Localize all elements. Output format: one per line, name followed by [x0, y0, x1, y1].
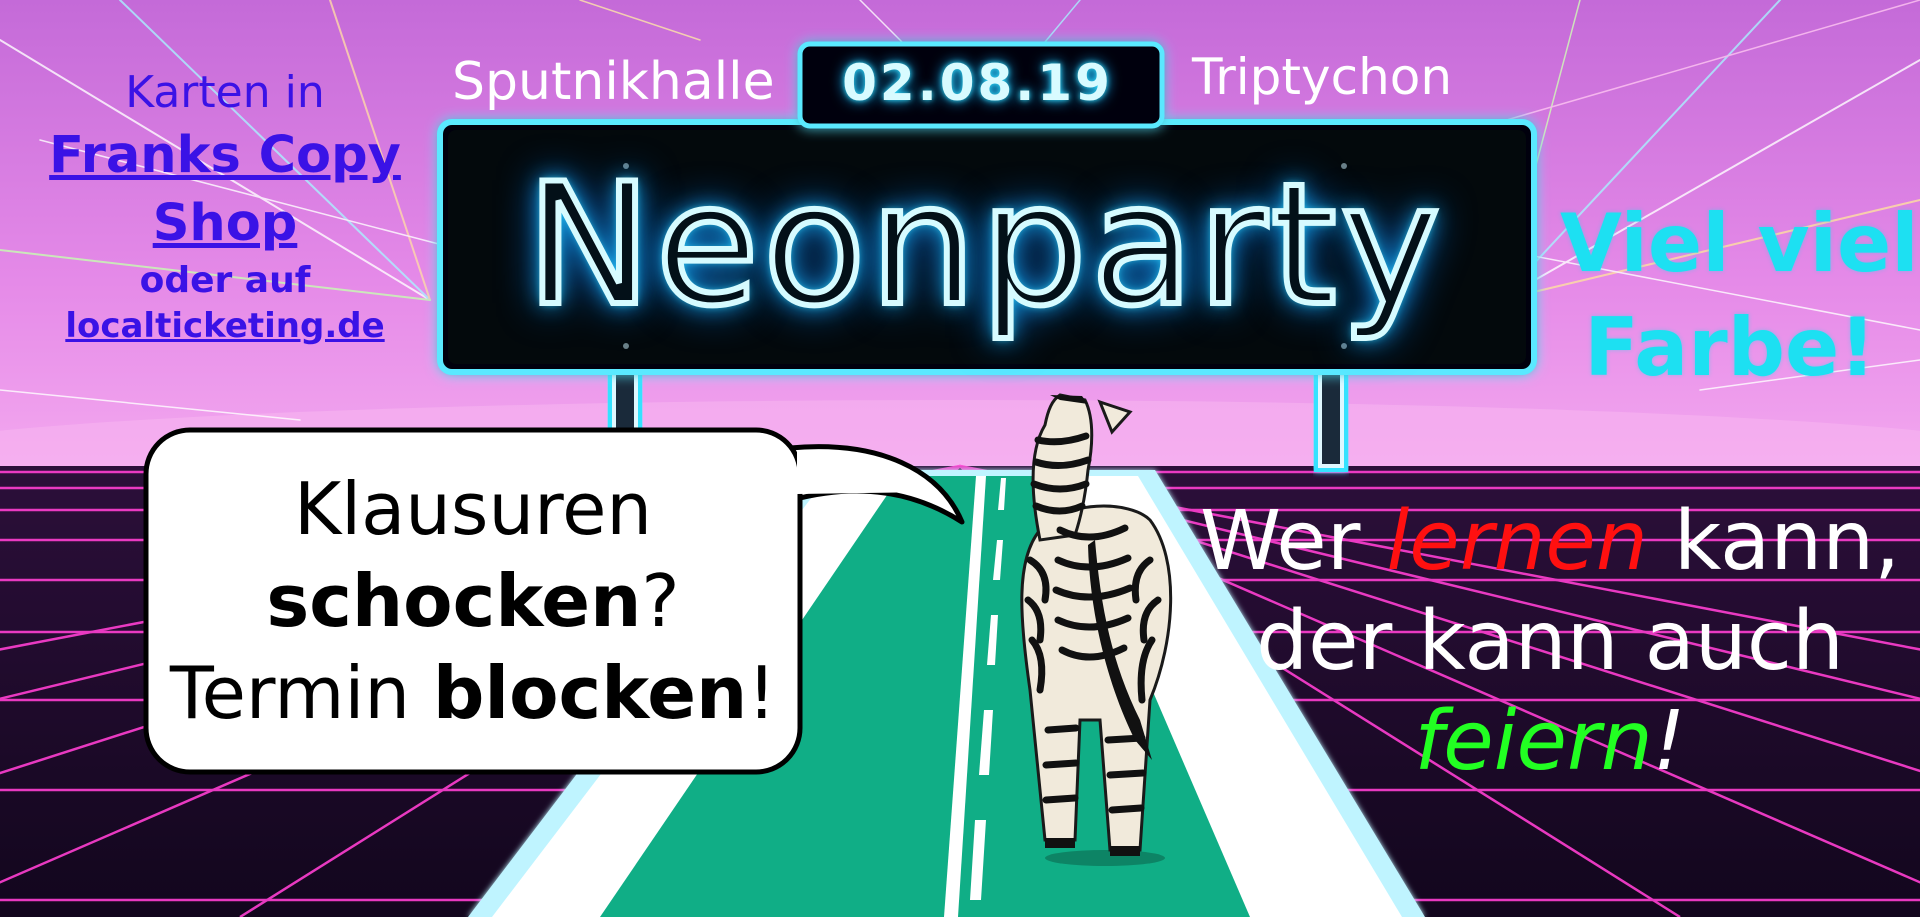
bubble-line3: Termin blocken!	[170, 647, 776, 739]
bubble-termin: Termin	[169, 651, 433, 735]
tickets-prefix: Karten in	[125, 67, 325, 118]
slogan-kann: kann,	[1647, 494, 1901, 589]
tickets-middle: oder auf	[139, 260, 311, 301]
bubble-exclaim: !	[747, 651, 777, 735]
shop-link[interactable]: Franks Copy Shop	[40, 122, 410, 258]
slogan-wer: Wer	[1200, 494, 1387, 589]
color-tagline-line1: Viel viel	[1560, 197, 1919, 290]
speech-bubble-text: Klausuren schocken? Termin blocken!	[148, 432, 798, 770]
localticketing-link[interactable]: localticketing.de	[40, 304, 410, 348]
venue-label: Sputnikhalle	[452, 52, 775, 112]
slogan-line1: Wer lernen kann,	[1200, 492, 1900, 592]
ticket-info: Karten in Franks Copy Shop oder auf loca…	[40, 64, 410, 348]
color-tagline: Viel viel Farbe!	[1560, 192, 1919, 400]
bubble-bold-blocken: blocken	[432, 651, 748, 735]
slogan-lernen: lernen	[1386, 494, 1648, 589]
color-tagline-line2: Farbe!	[1584, 301, 1876, 394]
slogan-exclaim: !	[1652, 694, 1686, 789]
bubble-line1: Klausuren	[293, 467, 653, 551]
slogan-line2: der kann auch	[1256, 594, 1844, 689]
slogan-feiern: feiern	[1414, 694, 1653, 789]
bubble-question: ?	[641, 559, 680, 643]
event-date: 02.08.19	[842, 54, 1113, 112]
bubble-line2: schocken?	[266, 555, 679, 647]
bubble-bold-schocken: schocken	[266, 559, 642, 643]
slogan-line3: feiern!	[1200, 692, 1900, 792]
slogan: Wer lernen kann, der kann auch feiern!	[1200, 492, 1900, 792]
band-label: Triptychon	[1192, 48, 1453, 106]
neon-title: Neonparty	[523, 147, 1445, 343]
